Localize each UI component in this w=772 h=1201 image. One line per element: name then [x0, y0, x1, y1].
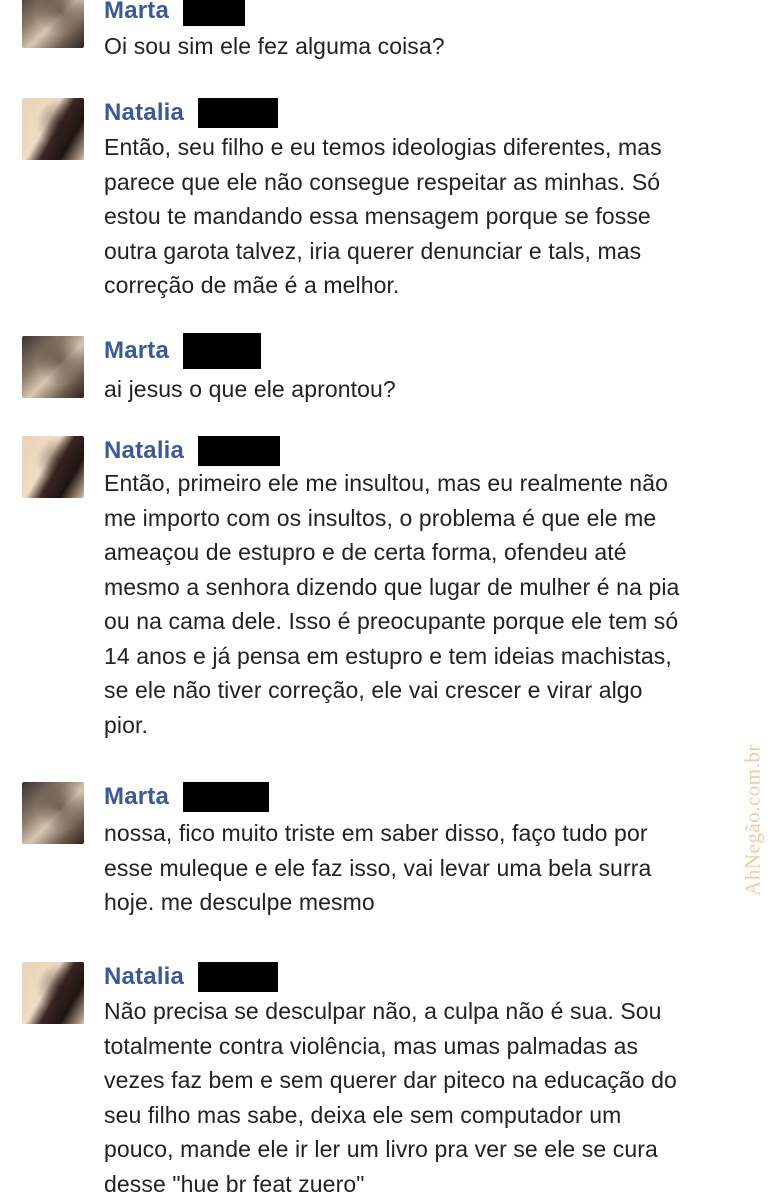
redacted-surname — [183, 782, 269, 812]
sender-row: Marta — [104, 0, 245, 26]
message-line: ameaçou de estupro e de certa forma, ofe… — [104, 535, 764, 570]
sender-name[interactable]: Natalia — [104, 99, 184, 127]
site-watermark: AhNegão.com.br — [738, 720, 768, 920]
message-line: Oi sou sim ele fez alguma coisa? — [104, 29, 764, 64]
sender-row: Marta — [104, 336, 261, 366]
avatar[interactable] — [22, 782, 84, 844]
sender-name[interactable]: Marta — [104, 337, 169, 365]
message-text: nossa, fico muito triste em saber disso,… — [104, 816, 764, 920]
message-line: esse muleque e ele faz isso, vai levar u… — [104, 851, 764, 886]
redacted-surname — [183, 333, 261, 369]
message-text: Oi sou sim ele fez alguma coisa? — [104, 29, 764, 64]
sender-name[interactable]: Marta — [104, 783, 169, 811]
sender-name[interactable]: Natalia — [104, 437, 184, 465]
message-line: outra garota talvez, iria querer denunci… — [104, 234, 764, 269]
message-line: mesmo a senhora dizendo que lugar de mul… — [104, 570, 764, 605]
message-line: se ele não tiver correção, ele vai cresc… — [104, 673, 764, 708]
sender-row: Marta — [104, 782, 269, 812]
message-line: parece que ele não consegue respeitar as… — [104, 165, 764, 200]
redacted-surname — [198, 962, 278, 992]
message-line: estou te mandando essa mensagem porque s… — [104, 199, 764, 234]
avatar[interactable] — [22, 962, 84, 1024]
watermark-text: AhNegão.com.br — [741, 744, 766, 896]
message-text: Então, primeiro ele me insultou, mas eu … — [104, 466, 764, 742]
message-line: pior. — [104, 708, 764, 743]
message-line: vezes faz bem e sem querer dar piteco na… — [104, 1063, 764, 1098]
message-line: 14 anos e já pensa em estupro e tem idei… — [104, 639, 764, 674]
message-line: seu filho mas sabe, deixa ele sem comput… — [104, 1098, 764, 1133]
message-line: pouco, mande ele ir ler um livro pra ver… — [104, 1132, 764, 1167]
redacted-surname — [183, 0, 245, 26]
redacted-surname — [198, 98, 278, 128]
sender-row: Natalia — [104, 436, 280, 466]
message-line: correção de mãe é a melhor. — [104, 268, 764, 303]
message-line: me importo com os insultos, o problema é… — [104, 501, 764, 536]
avatar[interactable] — [22, 98, 84, 160]
message-line: nossa, fico muito triste em saber disso,… — [104, 816, 764, 851]
message-line: Então, primeiro ele me insultou, mas eu … — [104, 466, 764, 501]
avatar[interactable] — [22, 336, 84, 398]
message-line: totalmente contra violência, mas umas pa… — [104, 1029, 764, 1064]
redacted-surname — [198, 436, 280, 466]
avatar[interactable] — [22, 0, 84, 48]
avatar[interactable] — [22, 436, 84, 498]
message-line: ai jesus o que ele aprontou? — [104, 372, 764, 407]
chat-thread: Marta Oi sou sim ele fez alguma coisa? N… — [0, 0, 772, 1200]
message-line: Não precisa se desculpar não, a culpa nã… — [104, 994, 764, 1029]
sender-name[interactable]: Natalia — [104, 963, 184, 991]
sender-row: Natalia — [104, 962, 278, 992]
sender-row: Natalia — [104, 98, 278, 128]
message-line: Então, seu filho e eu temos ideologias d… — [104, 130, 764, 165]
message-text: Então, seu filho e eu temos ideologias d… — [104, 130, 764, 303]
message-line: desse "hue br feat zuero" — [104, 1167, 764, 1201]
message-line: hoje. me desculpe mesmo — [104, 885, 764, 920]
message-text: ai jesus o que ele aprontou? — [104, 372, 764, 407]
message-text: Não precisa se desculpar não, a culpa nã… — [104, 994, 764, 1201]
sender-name[interactable]: Marta — [104, 0, 169, 25]
message-line: ou na cama dele. Isso é preocupante porq… — [104, 604, 764, 639]
